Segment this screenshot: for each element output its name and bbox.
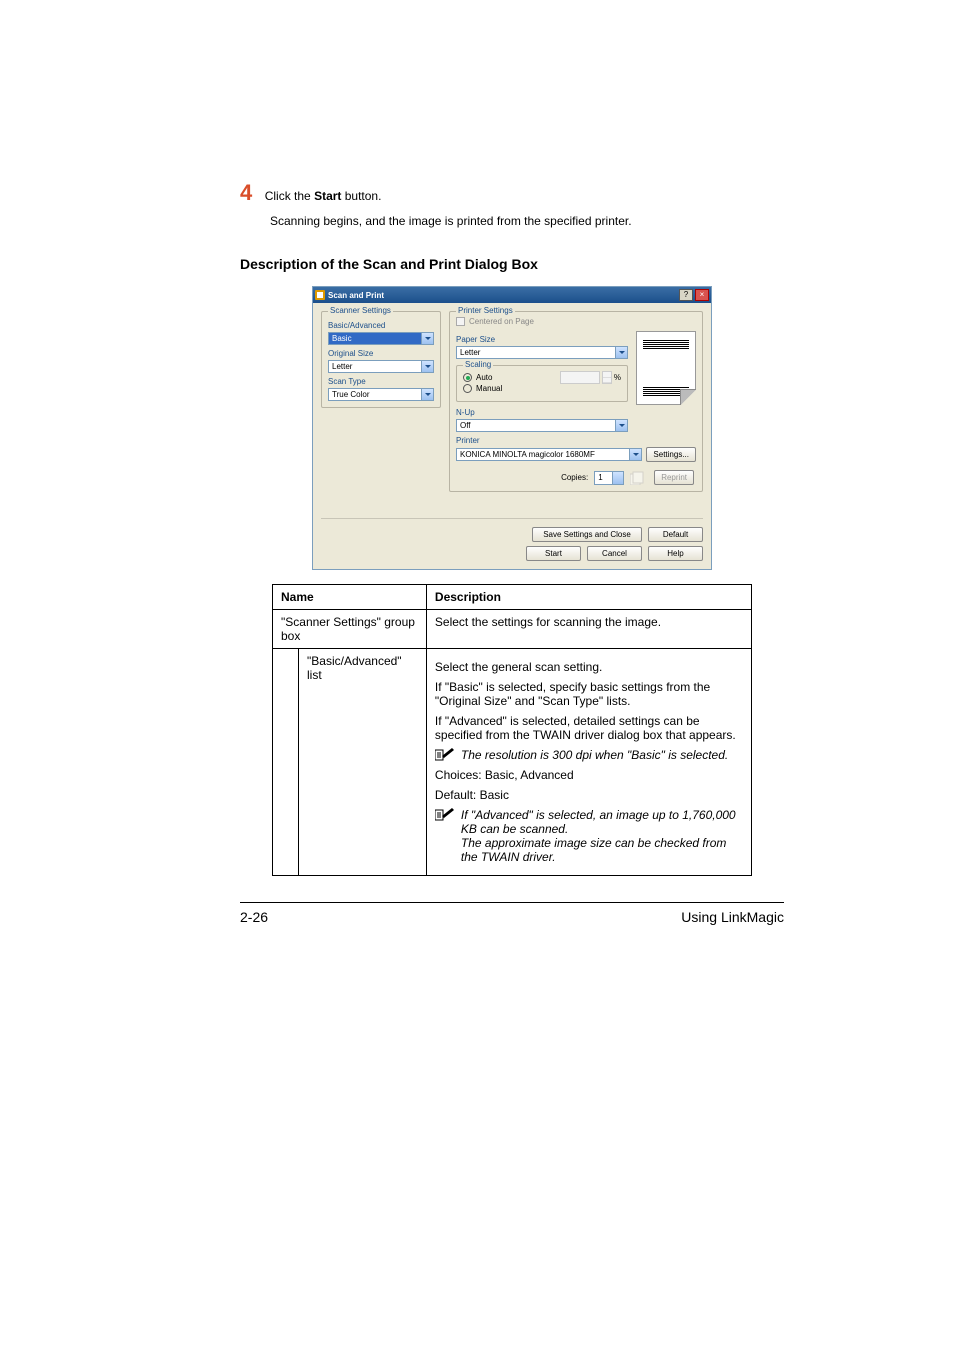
chevron-down-icon: [629, 449, 641, 460]
note-icon: [435, 808, 455, 822]
titlebar: Scan and Print ? ×: [313, 287, 711, 303]
scaling-group: Scaling Auto: [456, 365, 628, 402]
page-footer: 2-26 Using LinkMagic: [240, 909, 784, 925]
section-heading: Description of the Scan and Print Dialog…: [240, 256, 784, 272]
note-icon: [435, 748, 455, 762]
printer-legend: Printer Settings: [456, 306, 515, 315]
basic-advanced-label: Basic/Advanced: [328, 321, 434, 330]
scaling-legend: Scaling: [463, 360, 493, 369]
chevron-down-icon: [615, 347, 627, 358]
radio-off-icon: [463, 384, 472, 393]
printer-label: Printer: [456, 436, 696, 445]
step-4: 4 Click the Start button.: [240, 180, 784, 206]
cell-scanner-settings: "Scanner Settings" group box: [273, 610, 427, 649]
scan-and-print-dialog: Scan and Print ? × Scanner Settings Basi…: [312, 286, 712, 570]
help-button[interactable]: ?: [679, 289, 693, 301]
footer-title: Using LinkMagic: [681, 909, 784, 925]
cell-basic-advanced: "Basic/Advanced" list: [299, 649, 427, 876]
radio-on-icon: [463, 373, 472, 382]
default-button[interactable]: Default: [648, 527, 703, 542]
settings-button[interactable]: Settings...: [646, 447, 696, 462]
start-button[interactable]: Start: [526, 546, 581, 561]
paper-size-label: Paper Size: [456, 335, 628, 344]
page-preview: [636, 331, 696, 405]
page-fold-icon: [680, 389, 696, 405]
original-size-label: Original Size: [328, 349, 434, 358]
percent-label: %: [614, 373, 621, 382]
manual-radio[interactable]: Manual: [463, 384, 554, 393]
chevron-down-icon: [615, 420, 627, 431]
divider: [321, 518, 703, 519]
auto-radio[interactable]: Auto: [463, 373, 554, 382]
spinner-icon[interactable]: [602, 371, 612, 384]
titlebar-text: Scan and Print: [328, 291, 677, 300]
reprint-button[interactable]: Reprint: [654, 470, 694, 485]
copies-label: Copies:: [561, 473, 588, 482]
note-1: The resolution is 300 dpi when "Basic" i…: [435, 748, 743, 762]
note-2: If "Advanced" is selected, an image up t…: [435, 808, 743, 864]
step-number: 4: [240, 180, 252, 205]
step-subtext: Scanning begins, and the image is printe…: [270, 214, 784, 228]
chevron-down-icon: [421, 333, 433, 344]
th-description: Description: [426, 585, 751, 610]
scanner-legend: Scanner Settings: [328, 306, 393, 315]
centered-on-page-checkbox[interactable]: Centered on Page: [456, 317, 696, 326]
page-number: 2-26: [240, 909, 268, 925]
printer-settings-group: Printer Settings Centered on Page Paper …: [449, 311, 703, 492]
nup-label: N-Up: [456, 408, 628, 417]
page-rule: [240, 902, 784, 903]
paper-size-combo[interactable]: Letter: [456, 346, 628, 359]
cancel-button[interactable]: Cancel: [587, 546, 642, 561]
save-settings-button[interactable]: Save Settings and Close: [532, 527, 642, 542]
th-name: Name: [273, 585, 427, 610]
help-button-footer[interactable]: Help: [648, 546, 703, 561]
checkbox-icon: [456, 317, 465, 326]
chevron-down-icon: [421, 361, 433, 372]
copies-input[interactable]: 1: [594, 471, 624, 485]
spinner-icon: [612, 472, 623, 484]
original-size-combo[interactable]: Letter: [328, 360, 434, 373]
description-table: Name Description "Scanner Settings" grou…: [272, 584, 752, 876]
scanner-settings-group: Scanner Settings Basic/Advanced Basic Or…: [321, 311, 441, 408]
scan-type-combo[interactable]: True Color: [328, 388, 434, 401]
step-line: Click the Start button.: [265, 189, 382, 203]
collate-icon: [630, 471, 648, 485]
nup-combo[interactable]: Off: [456, 419, 628, 432]
basic-advanced-combo[interactable]: Basic: [328, 332, 434, 345]
scan-type-label: Scan Type: [328, 377, 434, 386]
cell-scanner-settings-desc: Select the settings for scanning the ima…: [426, 610, 751, 649]
chevron-down-icon: [421, 389, 433, 400]
cell-empty: [273, 649, 299, 876]
close-button[interactable]: ×: [695, 289, 709, 301]
app-icon: [315, 290, 325, 300]
scaling-percent-input[interactable]: [560, 371, 600, 384]
cell-basic-advanced-desc: Select the general scan setting. If "Bas…: [426, 649, 751, 876]
printer-combo[interactable]: KONICA MINOLTA magicolor 1680MF: [456, 448, 642, 461]
